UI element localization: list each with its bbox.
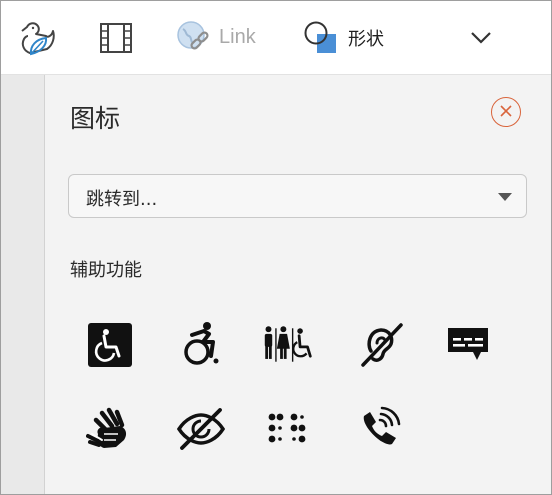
- sticker-icon: [16, 17, 58, 59]
- sticker-button[interactable]: [16, 1, 58, 74]
- shapes-icon: [302, 18, 342, 58]
- accessible-restroom-icon[interactable]: [262, 319, 314, 371]
- link-icon: [175, 19, 213, 57]
- chevron-down-icon: [467, 24, 495, 52]
- shapes-button[interactable]: 形状: [302, 1, 384, 74]
- icon-grid: [45, 75, 551, 494]
- active-wheelchair-icon[interactable]: [175, 319, 227, 371]
- video-button[interactable]: [98, 1, 134, 74]
- visually-impaired-icon[interactable]: [175, 403, 227, 455]
- hearing-impaired-icon[interactable]: [355, 319, 407, 371]
- volume-control-phone-icon[interactable]: [353, 403, 405, 455]
- link-button[interactable]: Link: [175, 1, 256, 74]
- braille-icon[interactable]: [262, 403, 314, 455]
- icons-window: Link 形状 图标 跳转到... 辅助功能: [0, 0, 552, 495]
- document-edge: [1, 75, 45, 494]
- video-icon: [98, 20, 134, 56]
- accessible-square-icon[interactable]: [84, 319, 136, 371]
- shapes-label: 形状: [348, 28, 384, 50]
- link-label: Link: [219, 26, 256, 48]
- sign-language-icon[interactable]: [85, 403, 137, 455]
- icons-pane: 图标 跳转到... 辅助功能: [45, 75, 551, 494]
- toolbar: Link 形状: [1, 1, 551, 75]
- more-button[interactable]: [467, 1, 495, 74]
- closed-captioning-icon[interactable]: [442, 319, 494, 371]
